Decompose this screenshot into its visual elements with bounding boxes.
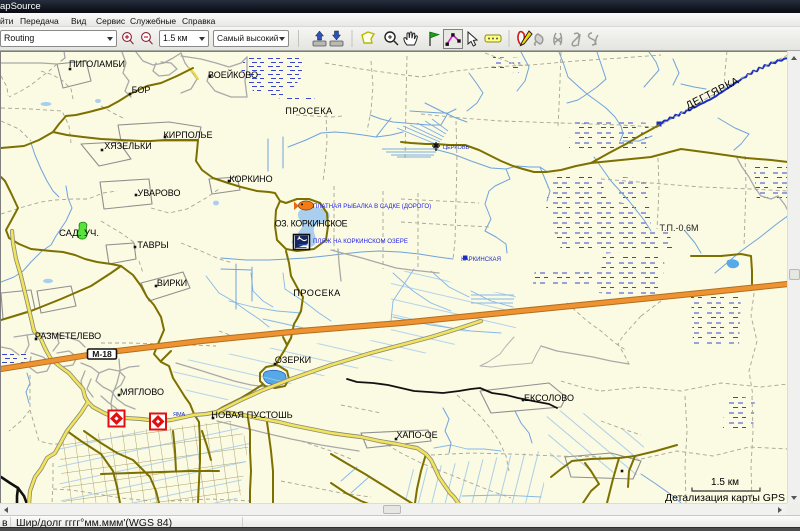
- svg-text:ХАПО-ОЕ: ХАПО-ОЕ: [396, 430, 437, 440]
- svg-text:НОВАЯ ПУСТОШЬ: НОВАЯ ПУСТОШЬ: [211, 410, 292, 420]
- svg-text:ПЛАТНАЯ РЫБАЛКА В САДКЕ (ДОРОГ: ПЛАТНАЯ РЫБАЛКА В САДКЕ (ДОРОГО): [313, 203, 431, 210]
- svg-text:БОР: БОР: [132, 85, 151, 95]
- svg-text:ОЗ. КОРКИНСКОЕ: ОЗ. КОРКИНСКОЕ: [275, 219, 348, 229]
- svg-text:МЯГЛОВО: МЯГЛОВО: [120, 387, 164, 397]
- svg-text:ПРОСЕКА: ПРОСЕКА: [293, 288, 341, 298]
- svg-text:КИРПОЛЬЕ: КИРПОЛЬЕ: [164, 130, 213, 140]
- svg-text:ВОЕЙКОВО: ВОЕЙКОВО: [208, 69, 258, 80]
- svg-text:ПЛЯЖ НА КОРКИНСКОМ ОЗЕРЕ: ПЛЯЖ НА КОРКИНСКОМ ОЗЕРЕ: [313, 238, 408, 245]
- svg-text:1.5 км: 1.5 км: [711, 477, 739, 488]
- svg-text:ОЗЕРКИ: ОЗЕРКИ: [275, 355, 311, 365]
- svg-text:ЦЕРКОВЬ: ЦЕРКОВЬ: [443, 145, 469, 151]
- svg-text:ХЯЗЕЛЬКИ: ХЯЗЕЛЬКИ: [104, 141, 151, 151]
- svg-text:М-18: М-18: [92, 349, 112, 359]
- svg-text:КАРКИНСКАЯ: КАРКИНСКАЯ: [461, 257, 501, 263]
- svg-text:ТАВРЫ: ТАВРЫ: [137, 240, 168, 250]
- svg-text:ПИГОЛАМБИ: ПИГОЛАМБИ: [69, 59, 125, 69]
- svg-text:САД. УЧ.: САД. УЧ.: [59, 228, 99, 239]
- svg-text:ПРОСЕКА: ПРОСЕКА: [285, 106, 333, 116]
- svg-text:УВАРОВО: УВАРОВО: [138, 188, 181, 198]
- svg-text:КОРКИНО: КОРКИНО: [229, 174, 272, 184]
- svg-text:РАЗМЕТЕЛЕВО: РАЗМЕТЕЛЕВО: [35, 331, 101, 341]
- svg-text:ЕКСОЛОВО: ЕКСОЛОВО: [524, 393, 574, 403]
- svg-text:Т.П.-0.6М: Т.П.-0.6М: [660, 223, 699, 233]
- svg-text:ВИРКИ: ВИРКИ: [157, 278, 187, 288]
- svg-text:ЯМА: ЯМА: [173, 412, 186, 418]
